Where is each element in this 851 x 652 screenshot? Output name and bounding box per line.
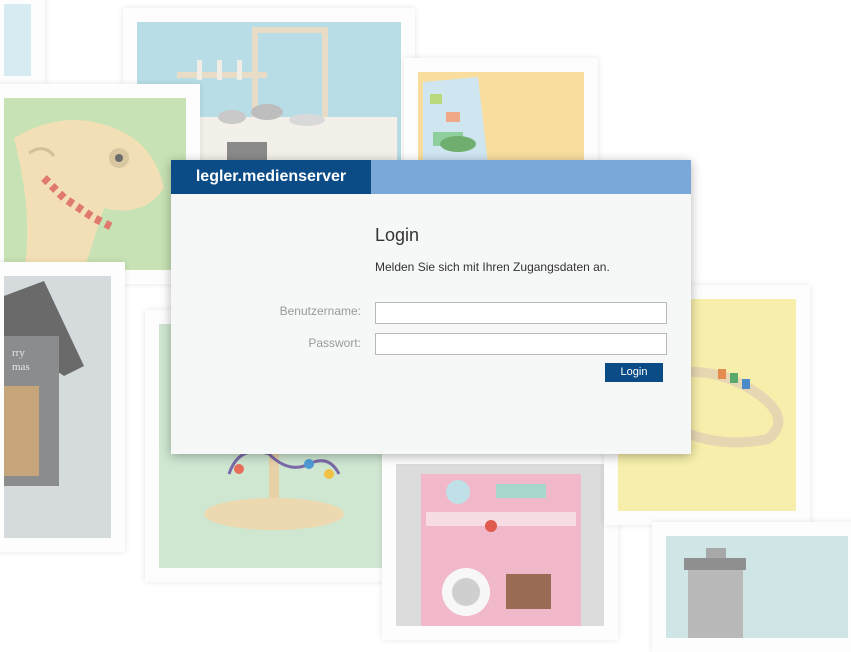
password-label: Passwort: <box>308 336 361 350</box>
login-button[interactable]: Login <box>605 363 663 382</box>
login-title: Login <box>375 225 420 245</box>
username-label: Benutzername: <box>279 304 361 318</box>
password-input[interactable] <box>375 333 667 355</box>
login-dialog: legler.medienserver Login Melden Sie sic… <box>171 160 691 454</box>
username-input[interactable] <box>375 302 667 324</box>
login-subtitle: Melden Sie sich mit Ihren Zugangsdaten a… <box>375 260 610 274</box>
dialog-header-bar: legler.medienserver <box>171 160 691 194</box>
brand-logo: legler.medienserver <box>171 160 371 194</box>
